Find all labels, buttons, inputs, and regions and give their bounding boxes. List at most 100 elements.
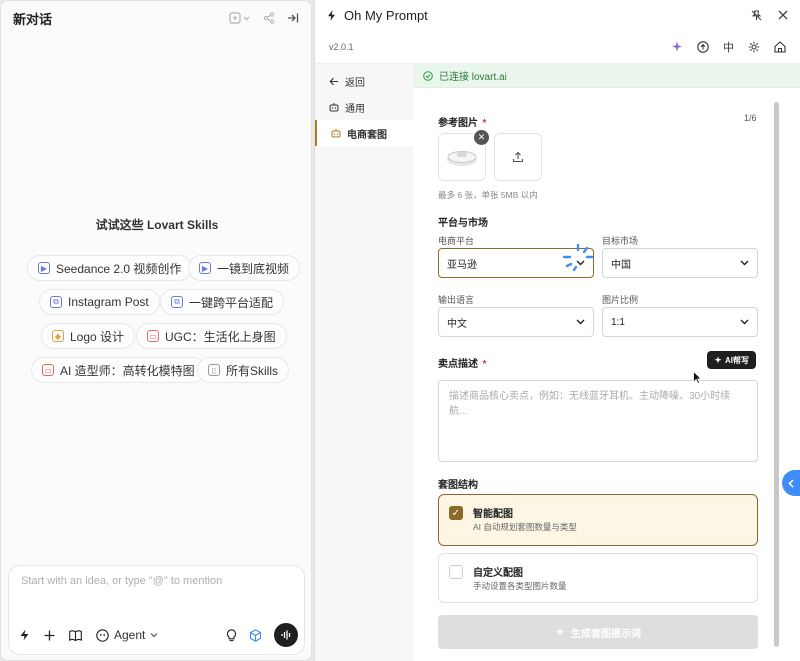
toolbar-icons: 中 <box>671 39 786 55</box>
upload-icon[interactable] <box>697 40 709 53</box>
skill-chip-instagram[interactable]: ⧉ Instagram Post <box>39 289 160 315</box>
book-icon: ▯ <box>208 364 220 376</box>
skill-chip-ai-stylist[interactable]: ▭ AI 造型师：高转化模特图 <box>31 357 206 383</box>
upload-image-button[interactable] <box>494 133 542 181</box>
skill-chip-label: Instagram Post <box>68 295 149 309</box>
ratio-select[interactable]: 1:1 <box>602 307 758 337</box>
platform-section-title: 平台与市场 <box>438 218 488 229</box>
skill-chip-label: Seedance 2.0 视频创作 <box>56 261 182 276</box>
sparkle-icon <box>555 627 565 637</box>
chat-title: 新对话 <box>13 11 53 27</box>
home-icon[interactable] <box>774 40 786 53</box>
market-select[interactable]: 中国 <box>602 248 758 278</box>
book-icon[interactable] <box>69 629 82 641</box>
skill-chip-label: Logo 设计 <box>70 329 125 344</box>
sidebar-item-back[interactable]: 返回 <box>315 68 413 94</box>
platform-select[interactable]: 亚马逊 <box>438 243 594 278</box>
ai-write-button[interactable]: AI帮写 <box>707 351 756 369</box>
ref-images-hint: 最多 6 张，单张 5MB 以内 <box>438 190 538 200</box>
ref-image-thumbnail[interactable]: ✕ <box>438 130 489 181</box>
chevron-down-icon <box>740 260 749 266</box>
lightning-icon <box>327 9 336 21</box>
loading-spinner-icon <box>561 242 595 276</box>
option-custom[interactable]: 自定义配图 手动设置各类型图片数量 <box>438 553 758 603</box>
selling-textarea[interactable]: 描述商品核心卖点，例如：无线蓝牙耳机、主动降噪、30小时续航... <box>438 380 758 462</box>
settings-icon[interactable] <box>748 41 760 53</box>
checkbox-checked[interactable]: ✓ <box>449 506 463 520</box>
add-icon[interactable] <box>44 630 55 641</box>
skill-chip-label: 一键跨平台适配 <box>189 295 274 310</box>
platform-value: 亚马逊 <box>447 259 477 271</box>
composer-right-tools <box>226 623 298 647</box>
extension-title-group: Oh My Prompt <box>327 8 428 23</box>
cursor-icon <box>693 371 702 384</box>
upload-icon <box>512 151 524 163</box>
generate-button[interactable]: 生成套图提示词 <box>438 615 758 649</box>
close-icon[interactable] <box>778 10 788 20</box>
structure-label: 套图结构 <box>438 480 478 491</box>
skills-title: 试试这些 Lovart Skills <box>95 218 219 232</box>
agent-label: Agent <box>114 628 146 642</box>
agent-selector[interactable]: Agent <box>96 628 158 642</box>
sidebar-item-label: 返回 <box>345 77 365 89</box>
language-label: 输出语言 <box>438 295 475 305</box>
skill-chip-ugc[interactable]: ▭ UGC：生活化上身图 <box>136 323 287 349</box>
skill-chip-cross-platform[interactable]: ⧉ 一键跨平台适配 <box>160 289 285 315</box>
language-toggle[interactable]: 中 <box>723 39 734 55</box>
remove-image-button[interactable]: ✕ <box>474 130 489 145</box>
cube-icon[interactable] <box>249 628 262 642</box>
option-title: 智能配图 <box>473 509 513 520</box>
agent-icon <box>96 628 109 642</box>
skill-chip-label: UGC：生活化上身图 <box>165 329 276 344</box>
sidebar-item-label: 电商套图 <box>347 129 387 141</box>
version-label: v2.0.1 <box>329 41 354 52</box>
scrollbar[interactable] <box>774 102 779 647</box>
language-select[interactable]: 中文 <box>438 307 594 337</box>
lightbulb-icon[interactable] <box>226 628 237 642</box>
sparkle-icon[interactable] <box>671 41 683 53</box>
share-icon[interactable] <box>263 12 275 24</box>
unpin-icon[interactable] <box>751 9 762 21</box>
form-area: 已连接 lovart.ai 参考图片 * 1/6 ✕ 最多 6 张，单张 5MB… <box>413 64 800 661</box>
extension-header-tools <box>751 9 788 21</box>
voice-button[interactable] <box>274 623 298 647</box>
video-icon: ▶ <box>38 262 50 274</box>
bot-icon <box>329 102 339 112</box>
collapse-panel-icon[interactable] <box>287 12 299 24</box>
chat-header-tools <box>229 12 299 24</box>
skill-chip-seedance[interactable]: ▶ Seedance 2.0 视频创作 <box>27 255 193 281</box>
skill-chip-label: 一镜到底视频 <box>217 261 290 276</box>
waveform-icon <box>281 630 291 640</box>
chat-panel: 新对话 试试这些 Lovart Skills ▶ Seedance 2.0 视频… <box>0 0 312 661</box>
selling-label-group: 卖点描述 * <box>438 354 486 372</box>
ratio-value: 1:1 <box>611 316 625 328</box>
extension-title: Oh My Prompt <box>344 7 428 23</box>
checkbox-unchecked[interactable] <box>449 565 463 579</box>
market-value: 中国 <box>611 259 631 271</box>
lightning-icon[interactable] <box>19 629 30 641</box>
skill-chip-one-shot-video[interactable]: ▶ 一镜到底视频 <box>188 255 301 281</box>
required-mark: * <box>482 118 487 129</box>
check-circle-icon <box>423 70 433 81</box>
ratio-label: 图片比例 <box>602 295 639 305</box>
connection-banner: 已连接 lovart.ai <box>413 64 800 88</box>
skill-chip-all-skills[interactable]: ▯ 所有Skills <box>197 357 290 383</box>
option-smart[interactable]: ✓ 智能配图 AI 自动规划套图数量与类型 <box>438 494 758 546</box>
sparkle-icon <box>714 356 722 364</box>
connection-status: 已连接 lovart.ai <box>439 72 507 83</box>
chevron-left-icon <box>788 478 794 488</box>
sidebar-item-general[interactable]: 通用 <box>315 94 413 120</box>
arrow-left-icon <box>329 77 339 86</box>
sidebar-item-ecommerce[interactable]: 电商套图 <box>315 120 413 146</box>
ref-images-count: 1/6 <box>744 113 757 123</box>
skill-chip-logo[interactable]: ◆ Logo 设计 <box>41 323 136 349</box>
extension-panel: Oh My Prompt v2.0.1 中 返回 通用 电商套图 已连接 lov… <box>314 0 800 661</box>
composer: Start with an idea, or type "@" to menti… <box>8 565 305 655</box>
logo-icon: ◆ <box>52 330 64 342</box>
composer-input[interactable]: Start with an idea, or type "@" to menti… <box>21 575 222 587</box>
app-root: 新对话 试试这些 Lovart Skills ▶ Seedance 2.0 视频… <box>0 0 800 661</box>
chevron-down-icon <box>150 632 158 638</box>
new-chat-icon[interactable] <box>229 12 251 24</box>
close-icon: ✕ <box>477 132 486 142</box>
image-icon: ▭ <box>147 330 159 342</box>
